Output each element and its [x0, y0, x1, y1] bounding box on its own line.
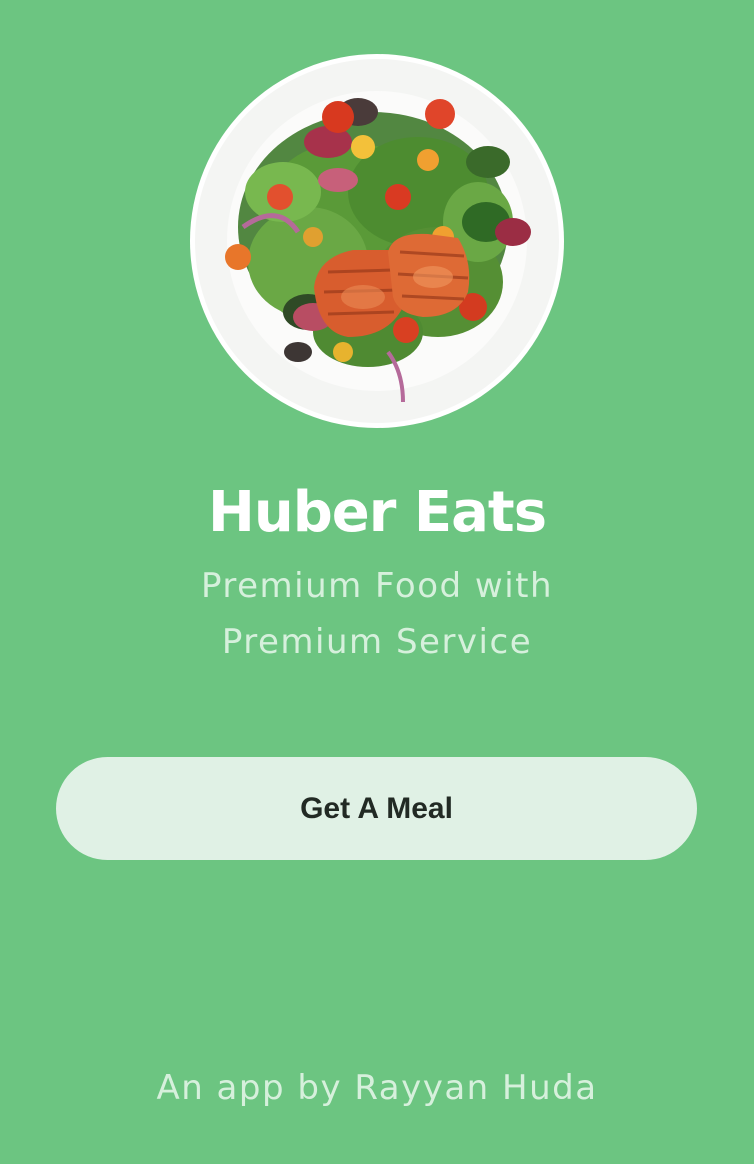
author-credit: An app by Rayyan Huda: [156, 1068, 598, 1108]
app-tagline: Premium Food with Premium Service: [0, 558, 754, 670]
tagline-line-1: Premium Food with: [200, 566, 554, 606]
get-a-meal-button[interactable]: Get A Meal: [56, 757, 697, 860]
salmon-salad-plate-icon: [190, 54, 564, 428]
tagline-line-2: Premium Service: [221, 622, 533, 662]
hero-salad-image: [188, 52, 566, 430]
app-title: Huber Eats: [207, 480, 547, 545]
